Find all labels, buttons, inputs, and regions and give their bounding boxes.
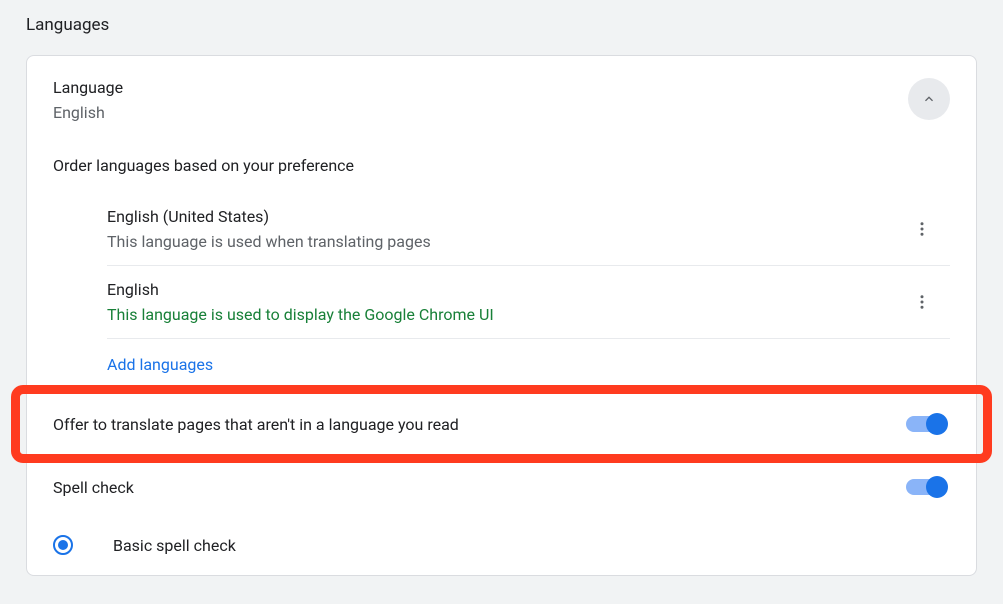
more-button[interactable] xyxy=(906,213,938,245)
toggle-thumb xyxy=(926,476,948,498)
more-vert-icon xyxy=(913,293,931,311)
chevron-up-icon xyxy=(921,91,937,107)
more-vert-icon xyxy=(913,220,931,238)
radio-dot-icon xyxy=(58,540,68,550)
translate-toggle-highlight: Offer to translate pages that aren't in … xyxy=(27,390,976,458)
language-info: English This language is used to display… xyxy=(107,280,494,324)
language-name: English xyxy=(107,280,494,299)
language-desc: This language is used to display the Goo… xyxy=(107,305,494,324)
language-header-value: English xyxy=(53,103,123,122)
language-header-text: Language English xyxy=(53,78,123,122)
language-header-title: Language xyxy=(53,78,123,97)
radio-label: Basic spell check xyxy=(113,536,236,555)
page-title: Languages xyxy=(0,0,1003,55)
translate-toggle-label: Offer to translate pages that aren't in … xyxy=(53,415,459,434)
more-button[interactable] xyxy=(906,286,938,318)
language-header: Language English xyxy=(27,56,976,128)
translate-toggle[interactable] xyxy=(906,414,950,434)
language-list: English (United States) This language is… xyxy=(27,193,976,390)
spellcheck-toggle[interactable] xyxy=(906,477,950,497)
language-item: English (United States) This language is… xyxy=(107,193,950,266)
radio-button[interactable] xyxy=(53,535,73,555)
language-item: English This language is used to display… xyxy=(107,266,950,339)
translate-toggle-row: Offer to translate pages that aren't in … xyxy=(27,390,976,458)
language-info: English (United States) This language is… xyxy=(107,207,431,251)
order-text: Order languages based on your preference xyxy=(27,128,976,193)
language-name: English (United States) xyxy=(107,207,431,226)
toggle-thumb xyxy=(926,413,948,435)
spellcheck-toggle-label: Spell check xyxy=(53,478,134,497)
spellcheck-toggle-row: Spell check xyxy=(27,459,976,515)
add-languages-link[interactable]: Add languages xyxy=(107,339,950,390)
collapse-button[interactable] xyxy=(908,78,950,120)
languages-card: Language English Order languages based o… xyxy=(26,55,977,576)
basic-spellcheck-option[interactable]: Basic spell check xyxy=(27,515,976,575)
language-desc: This language is used when translating p… xyxy=(107,232,431,251)
